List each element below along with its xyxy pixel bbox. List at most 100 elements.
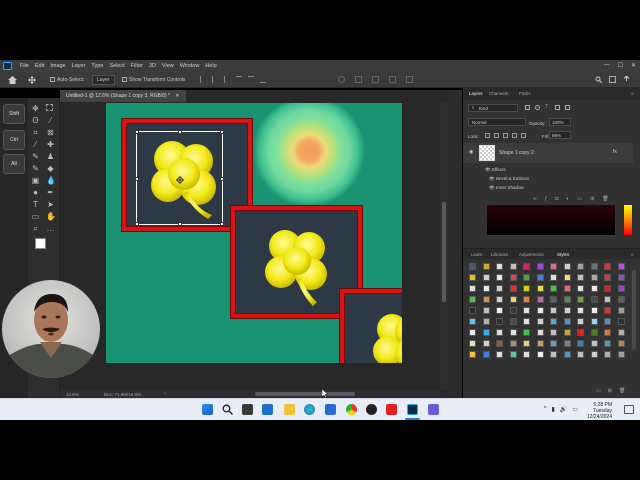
- style-swatch[interactable]: [617, 307, 625, 314]
- style-swatch[interactable]: [577, 307, 584, 314]
- transform-handle[interactable]: [135, 130, 139, 134]
- transform-handle[interactable]: [220, 130, 224, 134]
- delete-style-icon[interactable]: 🗑: [619, 388, 625, 394]
- type-tool-icon[interactable]: T: [31, 200, 40, 209]
- color-hue-strip[interactable]: [624, 205, 632, 235]
- style-swatch[interactable]: [577, 340, 584, 347]
- style-swatch[interactable]: [523, 285, 530, 292]
- eyedropper-tool-icon[interactable]: ⁄: [31, 140, 40, 149]
- filter-shape-icon[interactable]: [555, 105, 560, 110]
- style-swatch[interactable]: [550, 329, 557, 336]
- foreground-color-swatch[interactable]: [35, 238, 46, 249]
- search-icon[interactable]: [222, 404, 233, 415]
- style-swatch[interactable]: [617, 340, 625, 347]
- clover-frame-3[interactable]: [340, 289, 402, 363]
- taskbar-clock[interactable]: 5:28 PM Tuesday 12/24/2024: [587, 402, 612, 420]
- radial-circle-shape[interactable]: [252, 103, 366, 207]
- hand-tool-icon[interactable]: ✋: [46, 212, 56, 221]
- style-swatch[interactable]: [496, 329, 503, 336]
- vertical-scroll-thumb[interactable]: [442, 202, 446, 302]
- status-menu-arrow-icon[interactable]: ›: [164, 391, 166, 397]
- style-swatch[interactable]: [496, 263, 503, 270]
- microsoft-store-icon[interactable]: [325, 404, 336, 415]
- style-swatch[interactable]: [536, 318, 544, 325]
- transform-handle[interactable]: [178, 130, 182, 134]
- task-view-icon[interactable]: [242, 404, 253, 415]
- history-brush-tool-icon[interactable]: ✎: [31, 164, 40, 173]
- style-swatch[interactable]: [482, 285, 490, 292]
- style-swatch[interactable]: [523, 329, 530, 336]
- transform-handle[interactable]: [135, 177, 139, 181]
- style-swatch[interactable]: [617, 263, 625, 270]
- style-swatch[interactable]: [523, 340, 530, 347]
- style-swatch[interactable]: [550, 263, 557, 270]
- style-swatch[interactable]: [577, 329, 584, 336]
- menu-3d[interactable]: 3D: [149, 63, 156, 69]
- layer-row-selected[interactable]: ◉ Shape 1 copy 2 fx: [463, 143, 633, 163]
- style-swatch[interactable]: [496, 307, 503, 314]
- transform-handle[interactable]: [135, 222, 139, 226]
- style-swatch[interactable]: [604, 296, 611, 303]
- style-swatch[interactable]: [577, 351, 584, 358]
- style-swatch[interactable]: [523, 318, 530, 325]
- healing-brush-tool-icon[interactable]: ✚: [46, 140, 55, 149]
- style-swatch[interactable]: [536, 296, 544, 303]
- style-swatch[interactable]: [617, 274, 625, 281]
- menu-window[interactable]: Window: [180, 63, 200, 69]
- bevel-emboss-row[interactable]: 👁 Bevel & Emboss: [489, 176, 529, 182]
- marquee-tool-icon[interactable]: [46, 104, 53, 111]
- new-group-icon[interactable]: ▭: [577, 196, 582, 202]
- edge-browser-icon[interactable]: [304, 404, 315, 415]
- add-style-icon[interactable]: ƒ: [545, 196, 548, 202]
- style-swatch[interactable]: [577, 274, 584, 281]
- style-swatch[interactable]: [469, 329, 476, 336]
- style-swatch[interactable]: [604, 351, 611, 358]
- style-swatch[interactable]: [590, 351, 598, 358]
- style-swatch[interactable]: [563, 307, 571, 314]
- minimize-button[interactable]: —: [604, 62, 610, 69]
- style-swatch[interactable]: [496, 351, 503, 358]
- new-style-folder-icon[interactable]: ▭: [596, 388, 601, 394]
- style-swatch[interactable]: [550, 296, 557, 303]
- style-swatch[interactable]: [496, 340, 503, 347]
- style-swatch[interactable]: [536, 285, 544, 292]
- layer-name[interactable]: Shape 1 copy 2: [499, 151, 534, 156]
- document-canvas[interactable]: [106, 103, 402, 363]
- style-swatch[interactable]: [550, 274, 557, 281]
- effects-row[interactable]: 👁 Effects: [485, 167, 506, 173]
- style-swatch[interactable]: [509, 263, 517, 270]
- quick-select-tool-icon[interactable]: ⁄: [46, 116, 55, 125]
- style-swatch[interactable]: [523, 307, 530, 314]
- tab-styles[interactable]: Styles: [557, 252, 569, 257]
- show-transform-checkbox[interactable]: Show Transform Controls: [122, 77, 185, 83]
- style-swatch[interactable]: [509, 307, 517, 314]
- menu-select[interactable]: Select: [109, 63, 124, 69]
- fx-icon[interactable]: fx: [613, 150, 617, 155]
- style-swatch[interactable]: [482, 329, 490, 336]
- close-button[interactable]: ✕: [631, 62, 636, 69]
- tab-learn[interactable]: Learn: [471, 252, 483, 257]
- filter-smart-object-icon[interactable]: [565, 105, 570, 110]
- pen-tool-icon[interactable]: ✒: [46, 188, 55, 197]
- fill-field[interactable]: 89%: [549, 131, 571, 139]
- menu-type[interactable]: Type: [91, 63, 103, 69]
- style-swatch[interactable]: [590, 296, 598, 303]
- styles-menu-icon[interactable]: ≡: [631, 252, 634, 257]
- tab-layers[interactable]: Layers: [469, 91, 483, 96]
- style-swatch[interactable]: [617, 285, 625, 292]
- reference-point-icon[interactable]: [176, 176, 184, 184]
- style-swatch[interactable]: [550, 340, 557, 347]
- style-swatch[interactable]: [604, 329, 611, 336]
- style-swatch[interactable]: [617, 329, 625, 336]
- style-swatch[interactable]: [590, 329, 598, 336]
- filter-pixel-icon[interactable]: [525, 105, 530, 110]
- notification-center-icon[interactable]: [624, 405, 634, 414]
- style-swatch[interactable]: [536, 274, 544, 281]
- move-tool-icon[interactable]: [28, 76, 36, 84]
- maximize-button[interactable]: ☐: [618, 62, 623, 69]
- style-swatch[interactable]: [577, 285, 584, 292]
- microphone-icon[interactable]: ▮: [552, 406, 555, 413]
- 3d-orbit-icon[interactable]: [338, 76, 345, 83]
- style-swatch[interactable]: [604, 285, 611, 292]
- transform-bounding-box[interactable]: [135, 130, 224, 226]
